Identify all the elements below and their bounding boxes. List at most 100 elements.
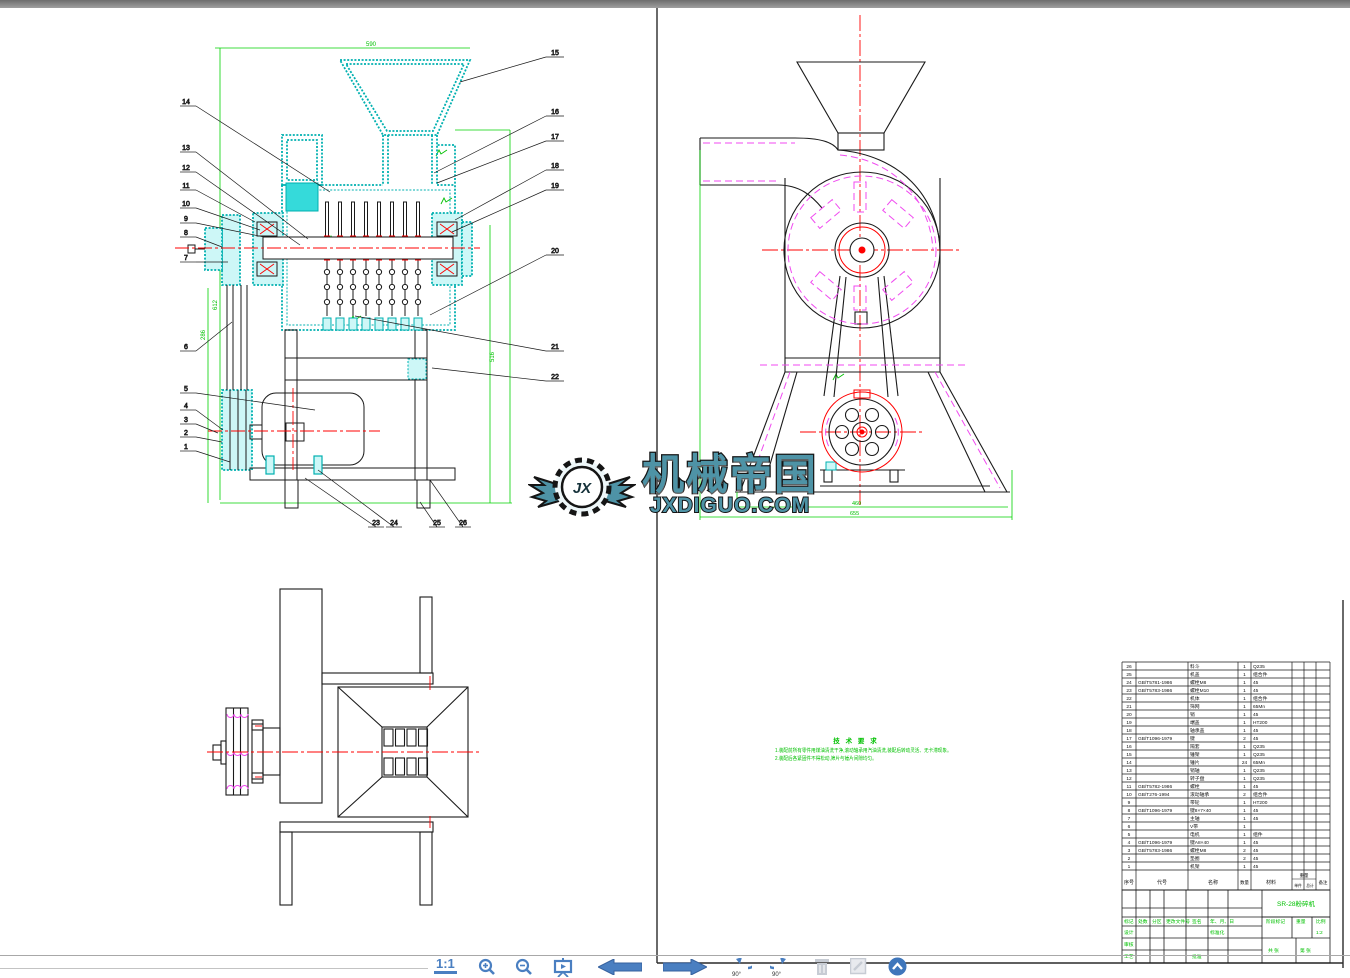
leader-number: 10 — [182, 201, 190, 208]
bom-cell: 1 — [1243, 664, 1246, 670]
bom-cell: 65Mn — [1253, 760, 1265, 766]
leader-number: 6 — [184, 344, 188, 351]
bom-cell: HT200 — [1253, 800, 1268, 806]
previous-page-arrow-icon[interactable] — [598, 959, 642, 975]
bom-cell: 1 — [1243, 816, 1246, 822]
bom-cell: 45 — [1253, 840, 1259, 846]
bom-cell: 23 — [1126, 688, 1132, 694]
bom-cell: 45 — [1253, 736, 1259, 742]
bom-cell: 机体 — [1190, 695, 1200, 702]
notes-line-2: 2.装配后各紧固件不得松动,筛片与锤片间隙均匀。 — [775, 756, 927, 764]
side-view: 460 655 — [700, 15, 1012, 520]
bom-cell: 1 — [1243, 688, 1246, 694]
leader-number: 8 — [184, 230, 188, 237]
dim-side-width: 460 — [852, 501, 861, 507]
delete-icon[interactable] — [814, 958, 830, 976]
bom-cell: 组合件 — [1253, 695, 1268, 702]
bom-cell: 2 — [1128, 856, 1131, 862]
bom-cell: GB/T276-1994 — [1138, 792, 1170, 798]
next-page-arrow-icon[interactable] — [663, 959, 707, 975]
bom-cell: 锤片 — [1190, 759, 1200, 766]
bom-cell: 端盖 — [1190, 719, 1200, 726]
edit-image-icon[interactable] — [850, 958, 867, 975]
bom-cell: 13 — [1126, 768, 1132, 774]
bom-cell: 组合件 — [1253, 671, 1268, 678]
dim-front-left-a: 612 — [213, 299, 219, 310]
bom-cell: 销轴 — [1190, 767, 1200, 774]
tb-scale-value: 1:2 — [1316, 930, 1323, 936]
tb-sheet-b: 第 张 — [1300, 947, 1311, 954]
bom-cell: 1 — [1243, 784, 1246, 790]
presentation-icon[interactable] — [553, 958, 573, 977]
leader-number: 21 — [551, 344, 559, 351]
bom-cell: 1 — [1243, 680, 1246, 686]
bom-cell: 螺栓M10 — [1190, 687, 1209, 694]
bom-cell: 18 — [1126, 728, 1132, 734]
zoom-actual-size-button[interactable]: 1:1 — [434, 957, 457, 974]
bom-cell: 9 — [1128, 800, 1131, 806]
bom-cell: GB/T1096-1979 — [1138, 736, 1172, 742]
bom-cell: 2 — [1243, 856, 1246, 862]
zoom-in-icon[interactable] — [478, 958, 496, 976]
bom-cell: 21 — [1126, 704, 1132, 710]
leader-number: 17 — [551, 134, 559, 141]
bom-cell: 45 — [1253, 712, 1259, 718]
bom-cell: 16 — [1126, 744, 1132, 750]
bom-table: 26料斗1Q23525机盖1组合件24GB/T5781-1986螺栓M81452… — [1122, 662, 1330, 890]
leader-number: 11 — [182, 183, 189, 190]
bom-cell: GB/T1096-1979 — [1138, 840, 1172, 846]
bom-cell: 转子盘 — [1190, 775, 1205, 782]
bom-cell: 45 — [1253, 848, 1259, 854]
bom-cell: Q235 — [1253, 744, 1265, 750]
bom-cell: GB/T5782-1986 — [1138, 784, 1172, 790]
viewer-toolbar: 1:1 90° 90° — [0, 955, 1350, 975]
tb-sheet-a: 共 张 — [1268, 947, 1279, 954]
drawing-title: SR-28粉碎机 — [1277, 899, 1315, 908]
solid-cyan-block — [286, 183, 318, 211]
bom-cell: 1 — [1243, 776, 1246, 782]
rotate-left-button[interactable]: 90° — [730, 958, 756, 977]
bom-cell: 14 — [1126, 760, 1132, 766]
bom-cell: 轴承盖 — [1190, 727, 1205, 734]
scroll-to-top-icon[interactable] — [888, 957, 907, 976]
bom-cell: 1 — [1243, 696, 1246, 702]
leader-number: 15 — [551, 50, 559, 57]
bom-cell: 12 — [1126, 776, 1132, 782]
technical-notes: 技 术 要 求 1.装配前所有零件用煤油清洗干净,滚动轴承用汽油清洗,装配后转动… — [775, 735, 940, 763]
zoom-out-icon[interactable] — [515, 958, 533, 976]
bom-cell: 材料 — [1266, 879, 1276, 886]
front-section-view: 590 612 286 516 — [175, 42, 844, 508]
bom-cell: 备注 — [1319, 879, 1328, 886]
bom-cell: 重量 — [1300, 872, 1309, 879]
leader-number: 26 — [459, 520, 467, 527]
leader-number: 9 — [184, 216, 188, 223]
tb-mark: 标记 — [1124, 918, 1134, 925]
tb-check: 审核 — [1124, 941, 1134, 948]
tb-zone: 分区 — [1152, 918, 1162, 925]
leader-number: 23 — [372, 520, 380, 527]
bom-cell: 2 — [1243, 736, 1246, 742]
bom-cell: Q235 — [1253, 752, 1265, 758]
bom-cell: 代号 — [1157, 879, 1167, 886]
bom-cell: Q235 — [1253, 776, 1265, 782]
dim-front-top: 590 — [366, 42, 377, 48]
leader-number: 5 — [184, 386, 188, 393]
tb-scale-label: 比例 — [1316, 918, 1326, 925]
bom-cell: 6 — [1128, 824, 1131, 830]
bom-cell: 电机 — [1190, 831, 1200, 838]
rotate-right-button[interactable]: 90° — [770, 958, 796, 977]
top-magenta — [227, 714, 248, 789]
side-teal-pad — [826, 462, 836, 470]
window-top-border — [0, 0, 1350, 8]
dim-front-left-b: 286 — [201, 329, 207, 340]
leader-number: 18 — [551, 163, 559, 170]
leader-number: 19 — [551, 183, 559, 190]
side-magenta-hidden — [703, 143, 1000, 488]
bom-cell: 键8×7×40 — [1190, 807, 1211, 814]
bom-cell: 2 — [1243, 792, 1246, 798]
bom-cell: 1 — [1243, 752, 1246, 758]
bom-cell: 1 — [1243, 712, 1246, 718]
rotate-left-label: 90° — [732, 972, 741, 978]
bom-cell: 25 — [1126, 672, 1132, 678]
dim-side-total: 655 — [850, 511, 859, 517]
